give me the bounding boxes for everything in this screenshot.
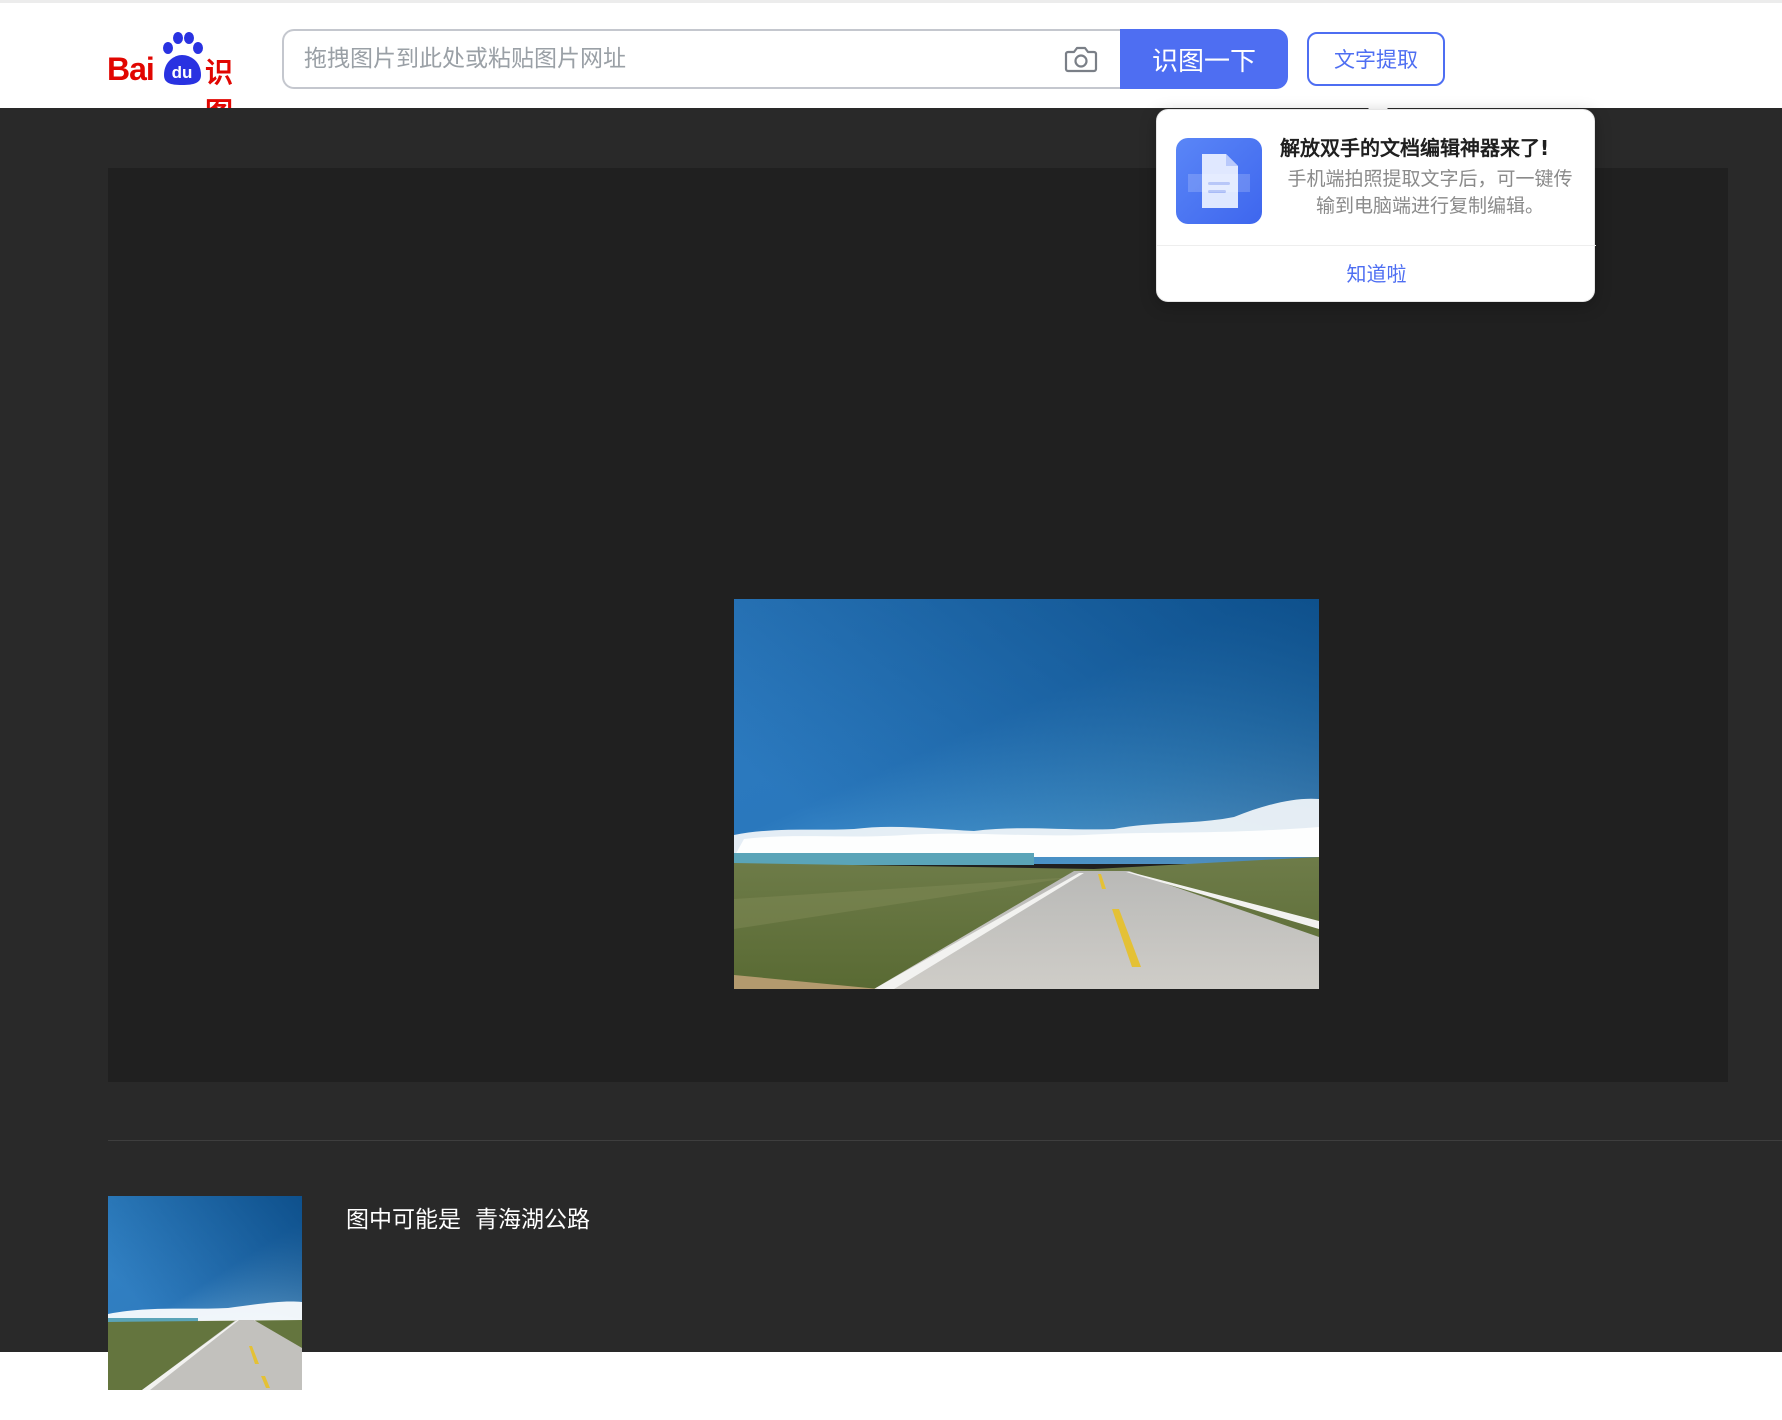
popup-ok-button[interactable]: 知道啦	[1157, 246, 1596, 302]
text-extract-button[interactable]: 文字提取	[1307, 32, 1445, 86]
logo-du-text: du	[172, 63, 193, 82]
feature-tip-popup: 解放双手的文档编辑神器来了! 手机端拍照提取文字后，可一键传输到电脑端进行复制编…	[1156, 109, 1596, 302]
baidu-shitu-logo[interactable]: Bai du 识图	[107, 31, 257, 129]
paw-icon: du	[163, 32, 203, 85]
header: Bai du 识图 识图一下 文字提取	[0, 3, 1782, 129]
section-divider	[108, 1140, 1782, 1141]
image-preview-panel	[108, 168, 1728, 1082]
recognition-result: 图中可能是 青海湖公路	[346, 1200, 590, 1234]
popup-title: 解放双手的文档编辑神器来了!	[1280, 136, 1550, 160]
uploaded-image	[734, 599, 1319, 989]
result-prefix: 图中可能是	[346, 1207, 461, 1233]
search-button[interactable]: 识图一下	[1120, 29, 1288, 89]
logo-bai-text: Bai	[107, 51, 155, 87]
document-icon	[1176, 138, 1262, 224]
result-name[interactable]: 青海湖公路	[475, 1207, 590, 1233]
camera-icon[interactable]	[1064, 43, 1098, 75]
result-thumbnail[interactable]	[108, 1196, 302, 1390]
search-input[interactable]	[304, 31, 1024, 87]
popup-description: 手机端拍照提取文字后，可一键传输到电脑端进行复制编辑。	[1287, 168, 1573, 217]
search-box	[282, 29, 1120, 89]
